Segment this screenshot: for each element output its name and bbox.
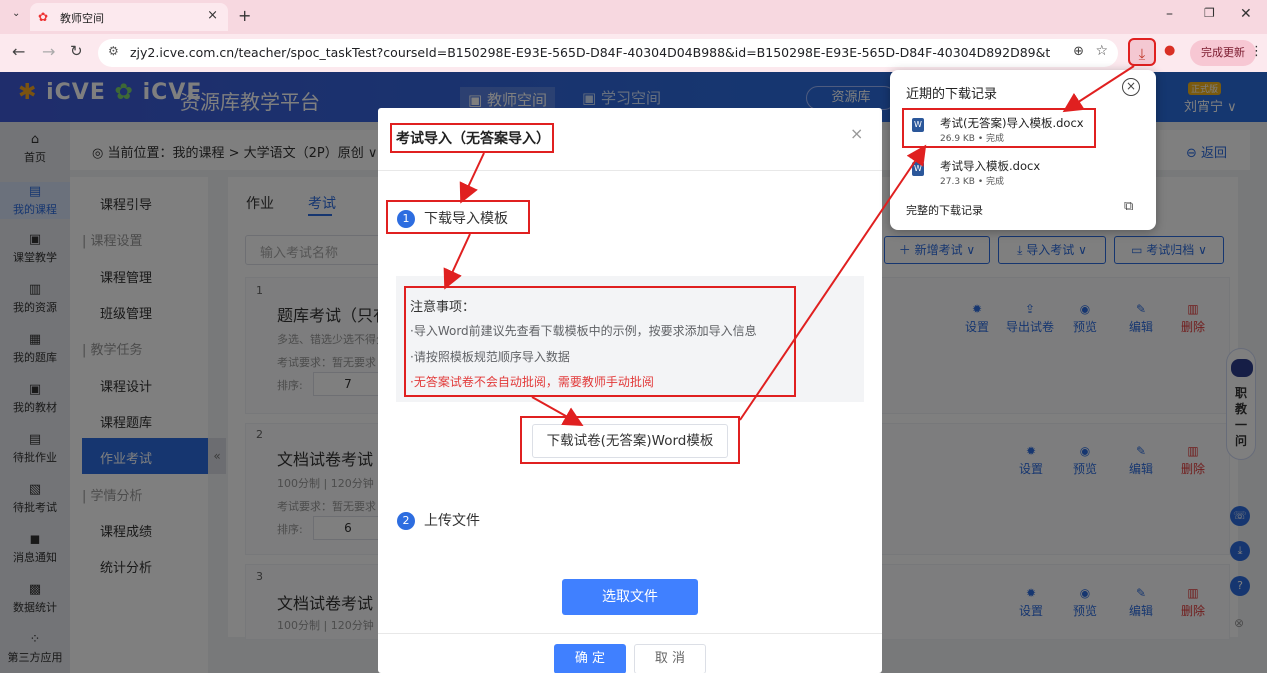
arrow-title-to-step1 — [459, 152, 485, 204]
arrow-notice-to-button — [531, 396, 584, 426]
arrow-step1-to-notice — [443, 233, 471, 290]
annotation-arrows — [443, 65, 1135, 426]
arrow-button-to-download — [739, 144, 927, 421]
arrow-download-icon-to-file — [1062, 65, 1135, 113]
